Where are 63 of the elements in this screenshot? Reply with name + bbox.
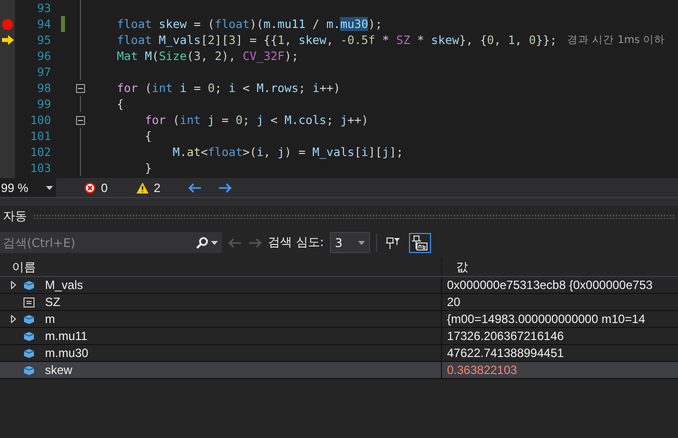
column-header[interactable]: 값: [441, 258, 678, 276]
variable-icon: [23, 330, 35, 342]
search-options-button[interactable]: [196, 232, 222, 253]
code-line: for (int j = 0; j < M.cols; j++): [144, 113, 368, 127]
variable-name: m.mu30: [45, 346, 88, 360]
collapse-toggle[interactable]: [76, 116, 85, 124]
code-line: {: [144, 129, 152, 143]
warning-count: 2: [154, 180, 160, 194]
variable-value: {m00=14983.000000000000 m10=14: [441, 311, 678, 327]
code-line: M.at<float>(i, j) = M_vals[i][j];: [172, 145, 404, 159]
search-field[interactable]: 검색(Ctrl+E): [0, 232, 196, 253]
code-line: float M_vals[2][3] = {{1, skew, -0.5f * SZ * skew}, {0, 1, 0}};: [116, 33, 557, 47]
warning-icon: [136, 182, 149, 194]
code-line: float skew = (float)(m.mu11 / m.mu30);: [116, 17, 382, 31]
caret-icon: [358, 240, 365, 244]
variable-name: M_vals: [45, 278, 84, 292]
variable-icon: [23, 348, 35, 358]
line-number: 98: [36, 81, 51, 95]
variable-value: 17326.206367216146: [441, 328, 678, 344]
line-number: 93: [36, 1, 51, 15]
line-number: 101: [29, 129, 51, 143]
raw-view-toggle[interactable]: [408, 232, 431, 252]
error-count: 0: [101, 180, 108, 194]
panel-title: 자동: [3, 208, 27, 224]
code-line: Mat M(Size(3, 2), CV_32F);: [116, 49, 298, 63]
variable-name: m.mu11: [45, 329, 88, 343]
collapse-toggle[interactable]: [76, 84, 85, 92]
expand-arrow-icon[interactable]: [10, 281, 16, 289]
line-number: 96: [36, 49, 51, 63]
line-number: 100: [29, 113, 51, 127]
caret-icon: [211, 240, 218, 244]
variable-name: SZ: [45, 295, 60, 309]
code-line: {: [116, 97, 124, 111]
line-number: 94: [36, 17, 51, 31]
variable-icon: [23, 364, 35, 376]
variable-icon: [23, 280, 35, 290]
search-icon: [196, 236, 208, 248]
breakpoint-icon[interactable]: [2, 18, 13, 30]
variable-icon: [23, 314, 35, 324]
error-icon: [84, 182, 96, 194]
search-depth-dropdown[interactable]: 3: [330, 232, 370, 253]
expand-arrow-icon[interactable]: [10, 315, 16, 323]
variable-value: 47622.741388994451: [441, 345, 678, 361]
code-line: }: [144, 161, 152, 175]
code-line: for (int i = 0; i < M.rows; i++): [116, 81, 340, 95]
back-arrow-icon[interactable]: [188, 182, 202, 192]
variable-value: 20: [441, 294, 678, 310]
zoom-dropdown[interactable]: 99 %: [0, 178, 56, 197]
line-number: 95: [36, 33, 51, 47]
variable-name: skew: [45, 363, 72, 377]
variable-name: m: [45, 312, 55, 326]
caret-icon: [46, 186, 53, 190]
line-number: 97: [36, 65, 51, 79]
constant-icon: [23, 296, 35, 308]
search-depth-label: 검색 심도:: [268, 234, 324, 251]
elapsed-time-hint: 경과 시간 1ms 이하: [566, 33, 666, 47]
line-number: 99: [36, 97, 51, 111]
variable-value: 0.363822103: [441, 362, 678, 378]
forward-arrow-icon[interactable]: [218, 182, 232, 192]
variable-value: 0x000000e75313ecb8 {0x000000e753: [441, 277, 678, 293]
line-number: 103: [29, 161, 51, 175]
line-number: 102: [29, 145, 51, 159]
column-header[interactable]: 이름: [0, 258, 441, 276]
